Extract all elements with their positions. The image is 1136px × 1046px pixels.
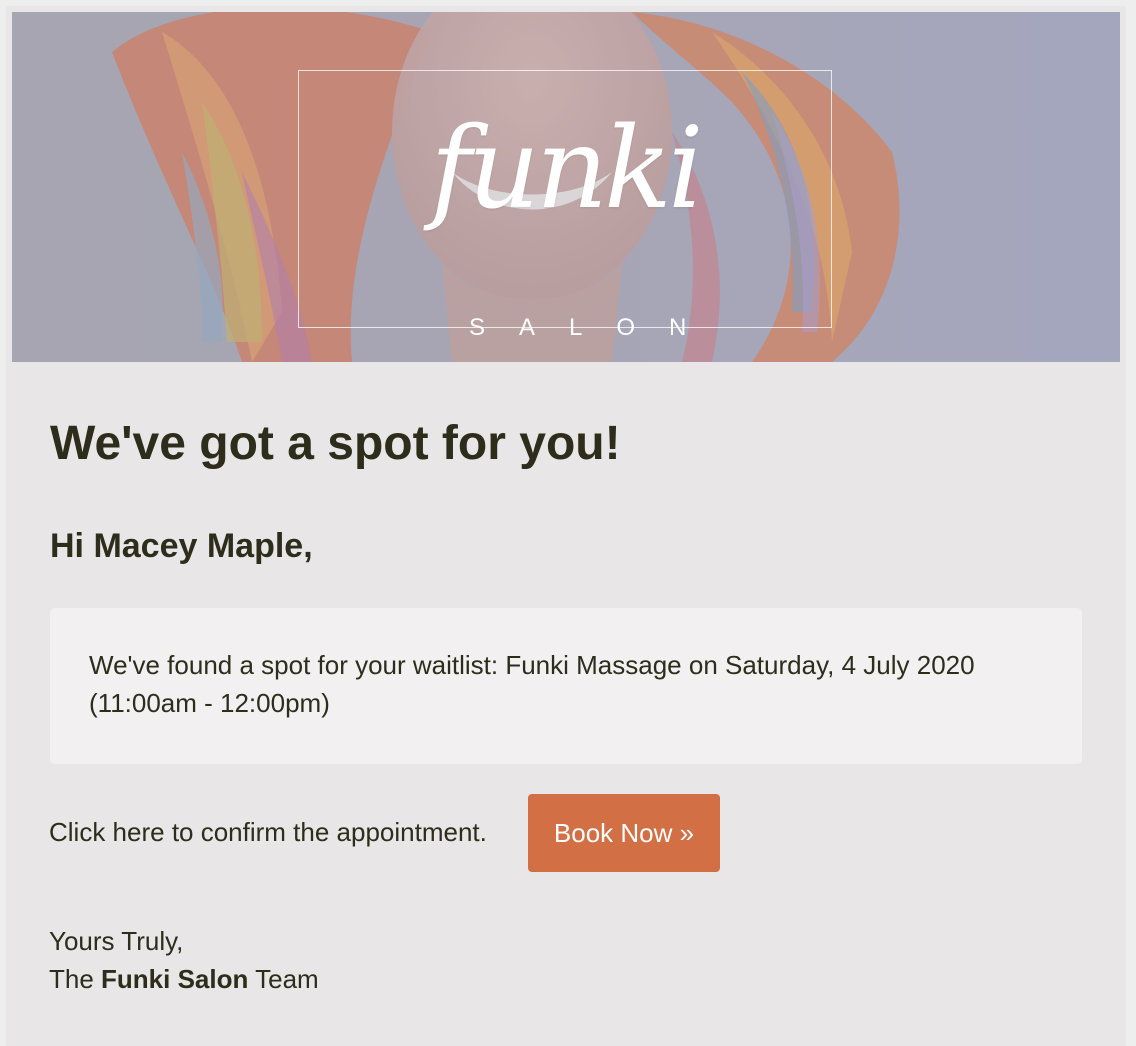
waitlist-notice-text: We've found a spot for your waitlist: Fu… [89,650,975,718]
logo-frame: funki SALON [298,70,832,341]
signoff-team-line: The Funki Salon Team [49,960,319,998]
greeting: Hi Macey Maple, [50,527,313,565]
waitlist-notice-card: We've found a spot for your waitlist: Fu… [50,608,1082,764]
header-banner-image: funki SALON [12,12,1120,362]
salon-logo-wordmark: funki [430,104,703,234]
confirm-instruction: Click here to confirm the appointment. [49,817,487,847]
signoff-line: Yours Truly, [49,926,184,956]
signoff: Yours Truly, The Funki Salon Team [49,922,319,998]
email-body: funki SALON We've got a spot for you! Hi… [6,6,1126,1046]
signoff-suffix: Team [248,964,319,994]
book-now-button[interactable]: Book Now » [528,794,720,872]
signoff-brand: Funki Salon [101,964,249,994]
signoff-prefix: The [49,964,102,994]
email-headline: We've got a spot for you! [50,417,621,470]
salon-logo-subtitle: SALON [469,314,721,341]
